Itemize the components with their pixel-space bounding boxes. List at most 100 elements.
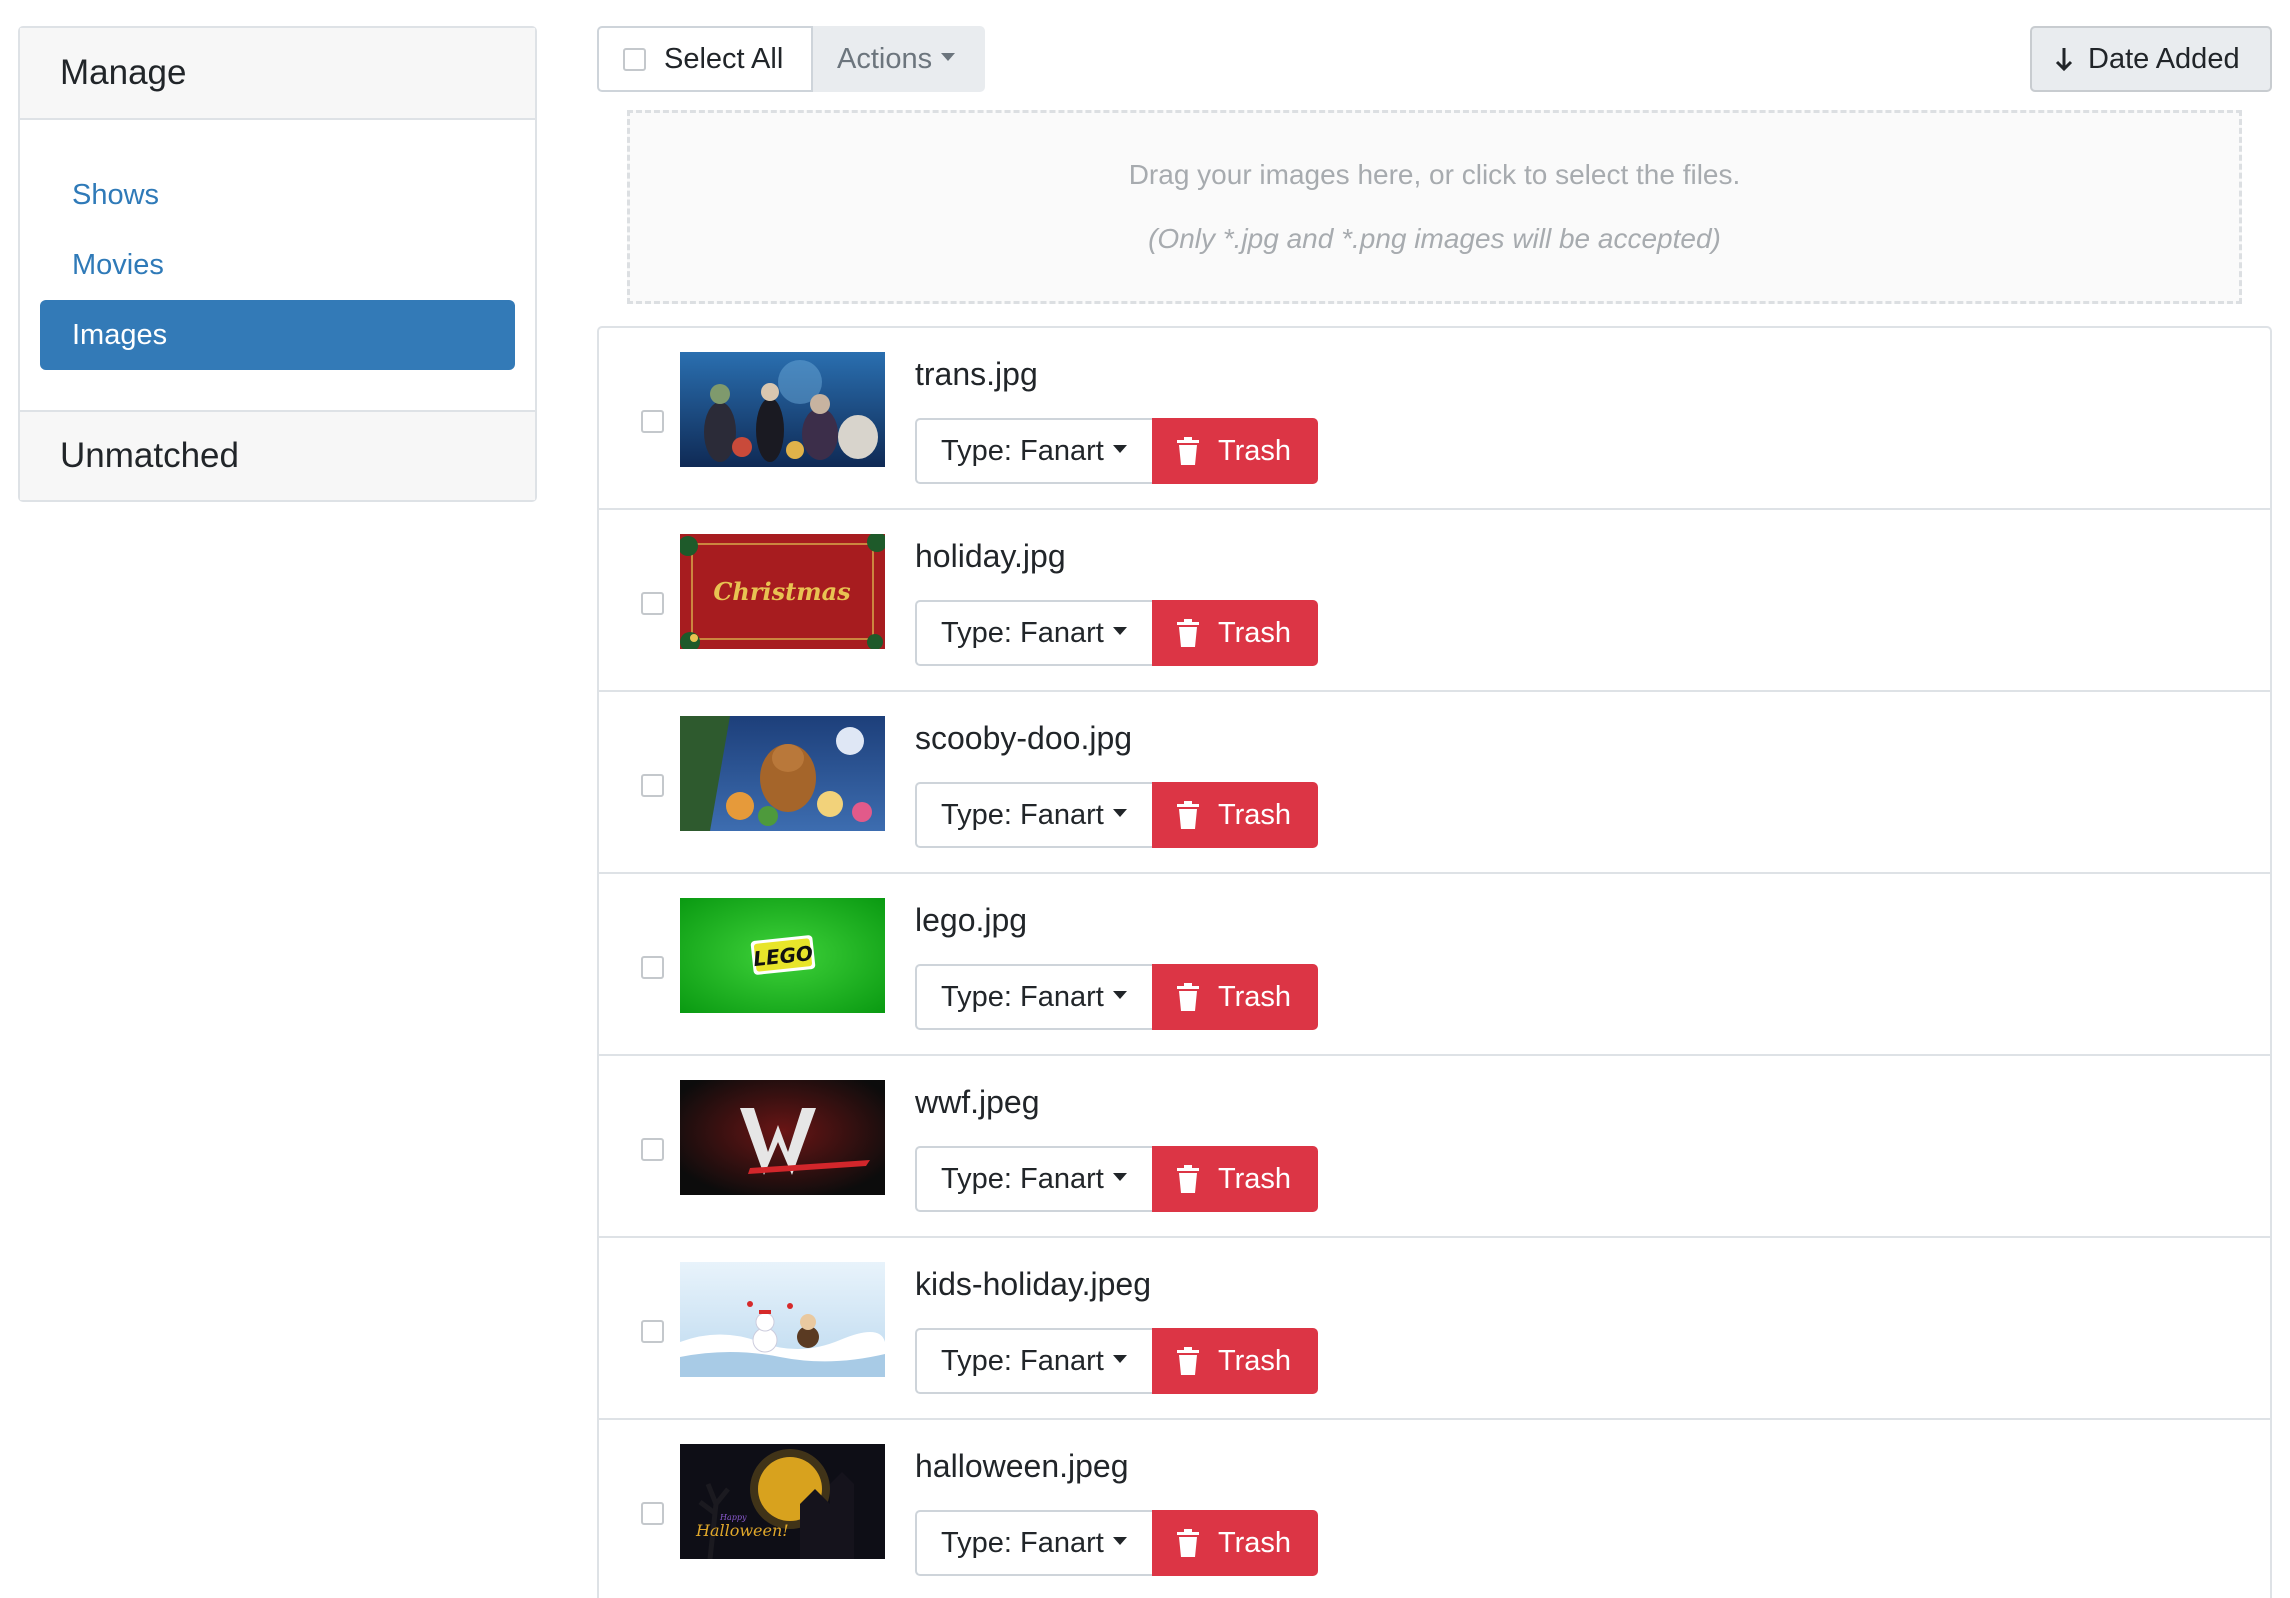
image-filename: trans.jpg <box>915 356 1038 392</box>
type-dropdown[interactable]: Type: Fanart <box>915 1146 1152 1212</box>
row-checkbox[interactable] <box>641 956 664 979</box>
image-thumbnail <box>680 352 885 467</box>
trash-button[interactable]: Trash <box>1152 1510 1318 1576</box>
list-item: wwf.jpeg Type: Fanart Trash <box>599 1056 2270 1238</box>
christmas-card-thumbnail: Christmas <box>680 534 885 649</box>
sidebar-nav: Shows Movies Images <box>20 120 535 410</box>
trash-label: Trash <box>1218 616 1292 649</box>
trash-label: Trash <box>1218 980 1292 1013</box>
cartoon-dog-thumbnail <box>680 716 885 831</box>
list-item: Happy Halloween! halloween.jpeg Type: Fa… <box>599 1420 2270 1598</box>
caret-down-icon <box>1112 1173 1127 1181</box>
image-filename: halloween.jpeg <box>915 1448 1129 1484</box>
type-dropdown[interactable]: Type: Fanart <box>915 1510 1152 1576</box>
sidebar-item-images[interactable]: Images <box>40 300 515 370</box>
sidebar: Manage Shows Movies Images Unmatched <box>18 26 537 502</box>
type-dropdown[interactable]: Type: Fanart <box>915 1328 1152 1394</box>
trash-button[interactable]: Trash <box>1152 782 1318 848</box>
trash-button[interactable]: Trash <box>1152 1146 1318 1212</box>
trash-label: Trash <box>1218 1526 1292 1559</box>
image-filename: scooby-doo.jpg <box>915 720 1133 756</box>
caret-down-icon <box>1112 627 1127 635</box>
trash-icon <box>1177 619 1199 647</box>
row-checkbox[interactable] <box>641 410 664 433</box>
select-all-label: Select All <box>664 42 784 75</box>
image-filename: kids-holiday.jpeg <box>915 1266 1151 1302</box>
list-item: scooby-doo.jpg Type: Fanart Trash <box>599 692 2270 874</box>
dropzone-instructions: Drag your images here, or click to selec… <box>1128 159 1741 190</box>
toolbar: Select All Actions <box>597 26 985 92</box>
trash-icon <box>1177 801 1199 829</box>
trash-label: Trash <box>1218 1162 1292 1195</box>
lego-logo-thumbnail: LEGO <box>680 898 885 1013</box>
image-list: trans.jpg Type: Fanart Trash Christmas h <box>597 326 2272 1598</box>
haunted-house-thumbnail: Happy Halloween! <box>680 1444 885 1559</box>
type-label: Type: Fanart <box>941 1162 1104 1195</box>
image-filename: holiday.jpg <box>915 538 1066 574</box>
select-all-button[interactable]: Select All <box>597 26 813 92</box>
list-item: Christmas holiday.jpg Type: Fanart Trash <box>599 510 2270 692</box>
halloween-title: Halloween! <box>695 1521 789 1540</box>
wrestling-logo-thumbnail <box>680 1080 885 1195</box>
trash-icon <box>1177 1529 1199 1557</box>
caret-down-icon <box>941 53 956 61</box>
list-item: trans.jpg Type: Fanart Trash <box>599 328 2270 510</box>
trash-icon <box>1177 983 1199 1011</box>
caret-down-icon <box>1112 445 1127 453</box>
trash-icon <box>1177 1165 1199 1193</box>
arrow-down-icon <box>2055 48 2073 72</box>
type-label: Type: Fanart <box>941 434 1104 467</box>
image-thumbnail <box>680 716 885 831</box>
trash-label: Trash <box>1218 1344 1292 1377</box>
trash-label: Trash <box>1218 434 1292 467</box>
christmas-title: Christmas <box>713 577 851 606</box>
trash-label: Trash <box>1218 798 1292 831</box>
image-thumbnail <box>680 1262 885 1377</box>
sidebar-heading-manage: Manage <box>20 28 535 120</box>
row-checkbox[interactable] <box>641 1138 664 1161</box>
row-checkbox[interactable] <box>641 592 664 615</box>
trash-button[interactable]: Trash <box>1152 964 1318 1030</box>
type-label: Type: Fanart <box>941 1526 1104 1559</box>
sidebar-item-movies[interactable]: Movies <box>40 230 515 300</box>
row-checkbox[interactable] <box>641 774 664 797</box>
sort-date-added-button[interactable]: Date Added <box>2030 26 2272 92</box>
image-thumbnail: Happy Halloween! <box>680 1444 885 1559</box>
select-all-checkbox[interactable] <box>623 47 646 71</box>
type-dropdown[interactable]: Type: Fanart <box>915 600 1152 666</box>
image-thumbnail <box>680 1080 885 1195</box>
type-dropdown[interactable]: Type: Fanart <box>915 418 1152 484</box>
snowmen-scene-thumbnail <box>680 1262 885 1377</box>
image-dropzone[interactable]: Drag your images here, or click to selec… <box>627 110 2242 304</box>
type-label: Type: Fanart <box>941 980 1104 1013</box>
trash-button[interactable]: Trash <box>1152 418 1318 484</box>
caret-down-icon <box>1112 1537 1127 1545</box>
list-item: kids-holiday.jpeg Type: Fanart Trash <box>599 1238 2270 1420</box>
row-checkbox[interactable] <box>641 1502 664 1525</box>
trash-icon <box>1177 1347 1199 1375</box>
trash-button[interactable]: Trash <box>1152 600 1318 666</box>
caret-down-icon <box>1112 1355 1127 1363</box>
list-item: LEGO lego.jpg Type: Fanart Trash <box>599 874 2270 1056</box>
actions-label: Actions <box>837 42 933 75</box>
image-thumbnail: LEGO <box>680 898 885 1013</box>
caret-down-icon <box>1112 809 1127 817</box>
row-checkbox[interactable] <box>641 1320 664 1343</box>
sidebar-item-unmatched[interactable]: Unmatched <box>20 410 535 500</box>
image-thumbnail: Christmas <box>680 534 885 649</box>
type-label: Type: Fanart <box>941 1344 1104 1377</box>
sidebar-item-shows[interactable]: Shows <box>40 160 515 230</box>
dropzone-file-types: (Only *.jpg and *.png images will be acc… <box>1148 223 1721 254</box>
monster-characters-thumbnail <box>680 352 885 467</box>
type-dropdown[interactable]: Type: Fanart <box>915 964 1152 1030</box>
type-dropdown[interactable]: Type: Fanart <box>915 782 1152 848</box>
caret-down-icon <box>1112 991 1127 999</box>
trash-button[interactable]: Trash <box>1152 1328 1318 1394</box>
type-label: Type: Fanart <box>941 616 1104 649</box>
sort-label: Date Added <box>2088 42 2240 75</box>
image-filename: lego.jpg <box>915 902 1028 938</box>
image-filename: wwf.jpeg <box>915 1084 1040 1120</box>
actions-dropdown[interactable]: Actions <box>813 26 985 92</box>
trash-icon <box>1177 437 1199 465</box>
type-label: Type: Fanart <box>941 798 1104 831</box>
